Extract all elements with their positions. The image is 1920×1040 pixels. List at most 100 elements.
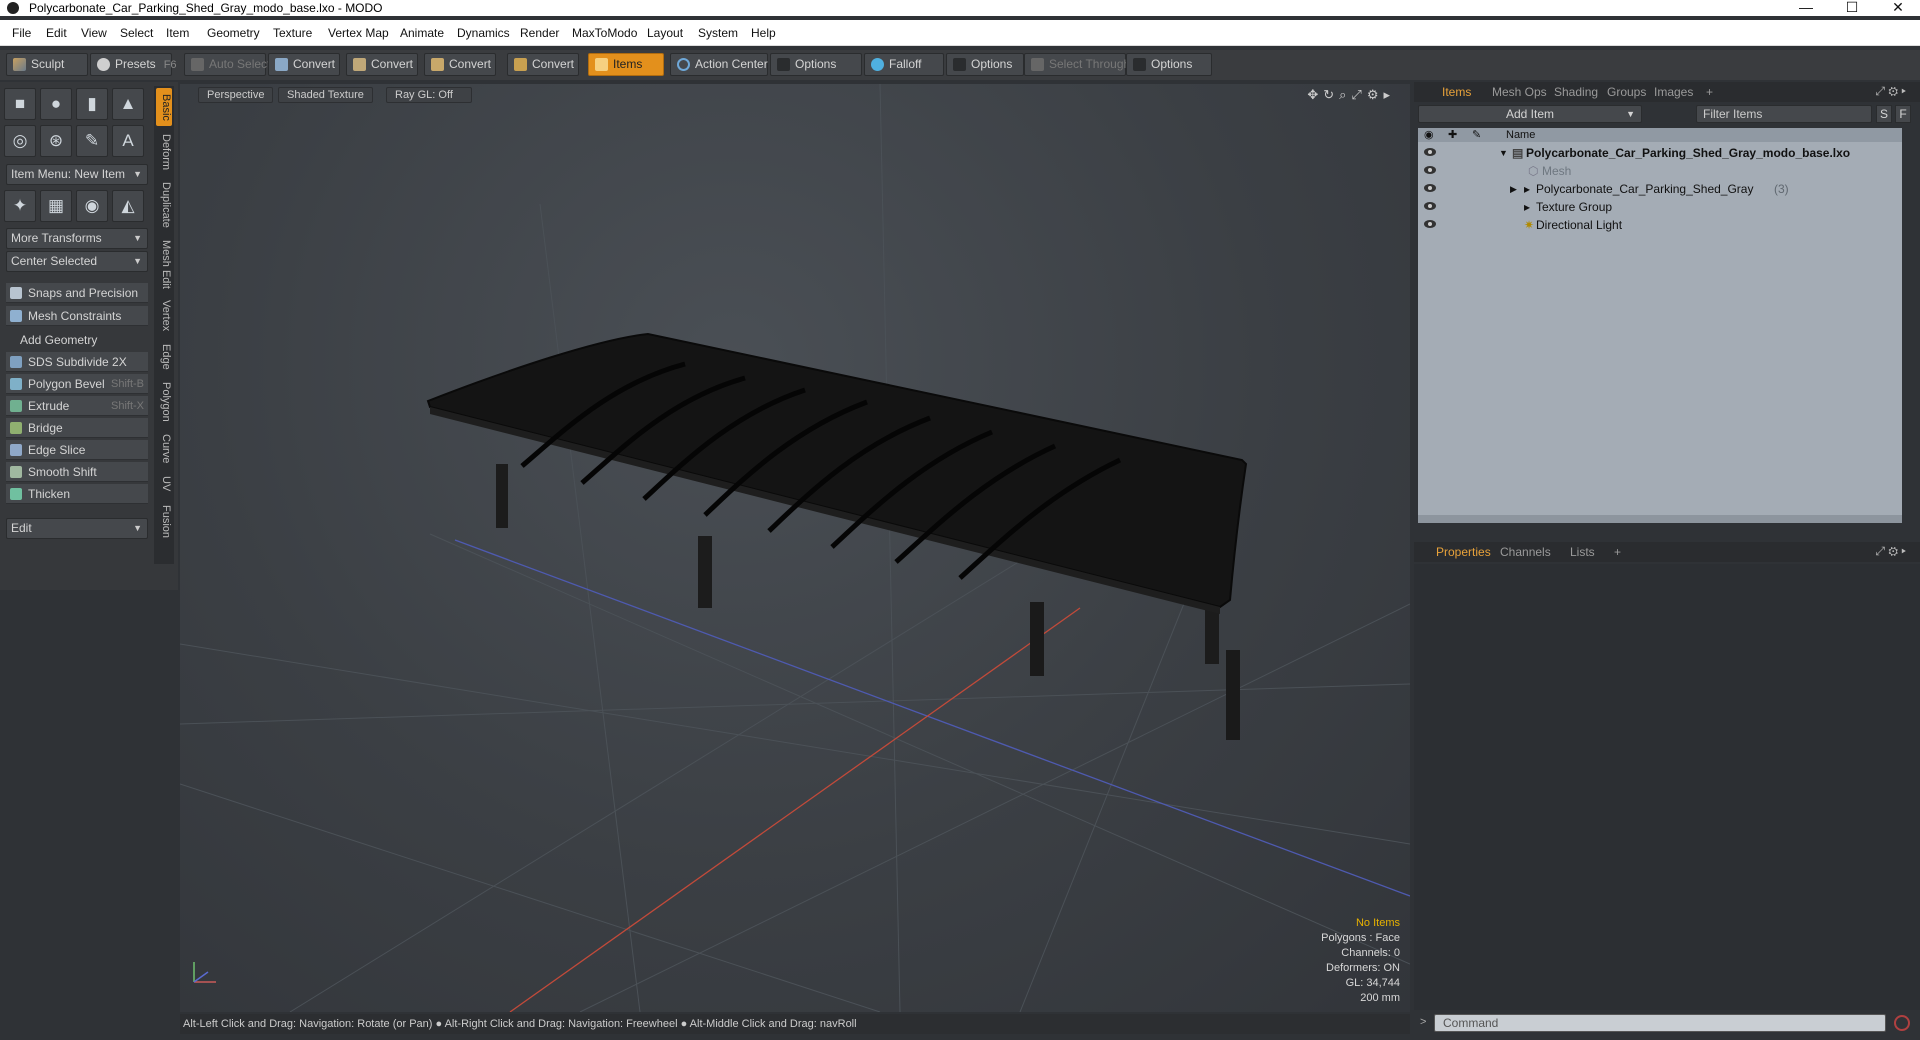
collapse-triangle-icon[interactable]: ▼ (1499, 144, 1508, 162)
rotate-globe-icon[interactable]: ◉ (76, 190, 108, 222)
tab-images[interactable]: Images (1654, 85, 1693, 99)
edit-dropdown[interactable]: Edit ▼ (6, 518, 148, 539)
cone-icon[interactable]: ▲ (112, 88, 144, 120)
item-row-texture-group[interactable]: ▸ Texture Group (1418, 198, 1902, 216)
pen-tool-icon[interactable]: ✎ (76, 125, 108, 157)
action-center-button[interactable]: Action Center (670, 53, 768, 76)
expand-triangle-icon[interactable]: ▶ (1510, 180, 1517, 198)
3d-viewport[interactable]: Perspective Shaded Texture Ray GL: Off ✥… (180, 84, 1410, 1012)
torus-icon[interactable]: ◎ (4, 125, 36, 157)
command-input[interactable]: Command (1434, 1014, 1886, 1032)
items-mode-button[interactable]: Items (588, 53, 664, 76)
scale-icon[interactable]: ◭ (112, 190, 144, 222)
tab-curve[interactable]: Curve (156, 430, 172, 468)
menu-dynamics[interactable]: Dynamics (457, 26, 510, 40)
filter-items-input[interactable]: Filter Items (1696, 105, 1872, 123)
tab-vertex[interactable]: Vertex (156, 296, 172, 336)
tab-polygon[interactable]: Polygon (156, 378, 172, 426)
falloff-options-button[interactable]: Options (946, 53, 1024, 76)
menu-layout[interactable]: Layout (647, 26, 683, 40)
zoom-view-icon[interactable]: ⌕ (1339, 87, 1351, 102)
menu-vertex-map[interactable]: Vertex Map (328, 26, 389, 40)
eye-icon[interactable] (1424, 220, 1436, 228)
tool-thicken[interactable]: Thicken (6, 484, 148, 504)
snaps-precision-button[interactable]: Snaps and Precision (6, 283, 148, 303)
menu-texture[interactable]: Texture (273, 26, 312, 40)
cylinder-icon[interactable]: ▮ (76, 88, 108, 120)
capsule-icon[interactable]: ⊛ (40, 125, 72, 157)
item-row-mesh[interactable]: ⬡ Mesh (1418, 162, 1902, 180)
tab-uv[interactable]: UV (156, 472, 172, 496)
tab-fusion[interactable]: Fusion (156, 500, 172, 544)
filter-f-button[interactable]: F (1895, 105, 1911, 123)
eye-icon[interactable] (1424, 202, 1436, 210)
tool-polygon-bevel[interactable]: Polygon Bevel Shift-B (6, 374, 148, 394)
move-view-icon[interactable]: ✥ (1307, 87, 1323, 102)
item-row-scene[interactable]: ▼ ▤ Polycarbonate_Car_Parking_Shed_Gray_mo… (1418, 144, 1902, 162)
sculpt-button[interactable]: Sculpt (6, 53, 88, 76)
tab-lists[interactable]: Lists (1570, 545, 1595, 559)
menu-file[interactable]: File (12, 26, 31, 40)
add-tab-button[interactable]: + (1706, 85, 1713, 99)
perspective-button[interactable]: Perspective (198, 87, 274, 103)
convert-edges-button[interactable]: Convert (346, 53, 418, 76)
menu-maxtomodo[interactable]: MaxToModo (572, 26, 637, 40)
filter-s-button[interactable]: S (1876, 105, 1892, 123)
tab-mesh-edit[interactable]: Mesh Edit (156, 236, 172, 292)
falloff-button[interactable]: Falloff (864, 53, 944, 76)
close-button[interactable]: ✕ (1875, 0, 1920, 16)
tab-shading[interactable]: Shading (1554, 85, 1598, 99)
convert-polygons-button[interactable]: Convert (424, 53, 496, 76)
tab-basic[interactable]: Basic (156, 88, 172, 126)
menu-help[interactable]: Help (751, 26, 776, 40)
horizontal-scrollbar[interactable] (1418, 515, 1902, 523)
item-row-directional-light[interactable]: ✷ Directional Light (1418, 216, 1902, 234)
menu-select[interactable]: Select (120, 26, 153, 40)
auto-select-button[interactable]: Auto Select (184, 53, 270, 76)
item-row-shed-group[interactable]: ▶ ▸ Polycarbonate_Car_Parking_Shed_Gray (3) (1418, 180, 1902, 198)
tab-properties[interactable]: Properties (1436, 545, 1491, 559)
mesh-constraints-button[interactable]: Mesh Constraints (6, 306, 148, 326)
tab-channels[interactable]: Channels (1500, 545, 1551, 559)
text-tool-icon[interactable]: A (112, 125, 144, 157)
minimize-button[interactable]: — (1783, 0, 1829, 16)
settings-gear-icon[interactable]: ⚙ (1367, 87, 1384, 102)
convert-vertices-button[interactable]: Convert (268, 53, 340, 76)
rotate-view-icon[interactable]: ↻ (1323, 87, 1339, 102)
item-menu-dropdown[interactable]: Item Menu: New Item ▼ (6, 164, 148, 185)
tab-deform[interactable]: Deform (156, 130, 172, 174)
tool-bridge[interactable]: Bridge (6, 418, 148, 438)
tool-sds-subdivide[interactable]: SDS Subdivide 2X (6, 352, 148, 372)
panel-settings-icon[interactable]: ⤢ ⚙ ▸ (1875, 84, 1906, 99)
transform-icon[interactable]: ✦ (4, 190, 36, 222)
expand-arrow-icon[interactable]: ▸ (1383, 87, 1395, 102)
tab-groups[interactable]: Groups (1607, 85, 1646, 99)
panel-settings-icon[interactable]: ⤢ ⚙ ▸ (1875, 544, 1906, 559)
tool-smooth-shift[interactable]: Smooth Shift (6, 462, 148, 482)
raygl-button[interactable]: Ray GL: Off (386, 87, 472, 103)
action-center-options-button[interactable]: Options (770, 53, 862, 76)
select-through-options-button[interactable]: Options (1126, 53, 1212, 76)
menu-view[interactable]: View (81, 26, 107, 40)
menu-geometry[interactable]: Geometry (207, 26, 260, 40)
grid-icon[interactable]: ▦ (40, 190, 72, 222)
tool-extrude[interactable]: Extrude Shift-X (6, 396, 148, 416)
add-geometry-section[interactable]: Add Geometry (6, 330, 148, 350)
menu-system[interactable]: System (698, 26, 738, 40)
sphere-icon[interactable]: ● (40, 88, 72, 120)
eye-icon[interactable] (1424, 166, 1436, 174)
tab-duplicate[interactable]: Duplicate (156, 178, 172, 232)
add-tab-button[interactable]: + (1614, 545, 1621, 559)
tool-edge-slice[interactable]: Edge Slice (6, 440, 148, 460)
more-transforms-dropdown[interactable]: More Transforms ▼ (6, 228, 148, 249)
tab-mesh-ops[interactable]: Mesh Ops (1492, 85, 1547, 99)
viewport-nav-icons[interactable]: ✥↻⌕⤢⚙▸ (1307, 87, 1395, 103)
menu-animate[interactable]: Animate (400, 26, 444, 40)
convert-items-button[interactable]: Convert (507, 53, 579, 76)
eye-icon[interactable] (1424, 148, 1436, 156)
cube-icon[interactable]: ■ (4, 88, 36, 120)
menu-render[interactable]: Render (520, 26, 559, 40)
tab-items[interactable]: Items (1442, 85, 1471, 99)
record-macro-icon[interactable] (1894, 1015, 1910, 1031)
select-through-button[interactable]: Select Through (1024, 53, 1130, 76)
